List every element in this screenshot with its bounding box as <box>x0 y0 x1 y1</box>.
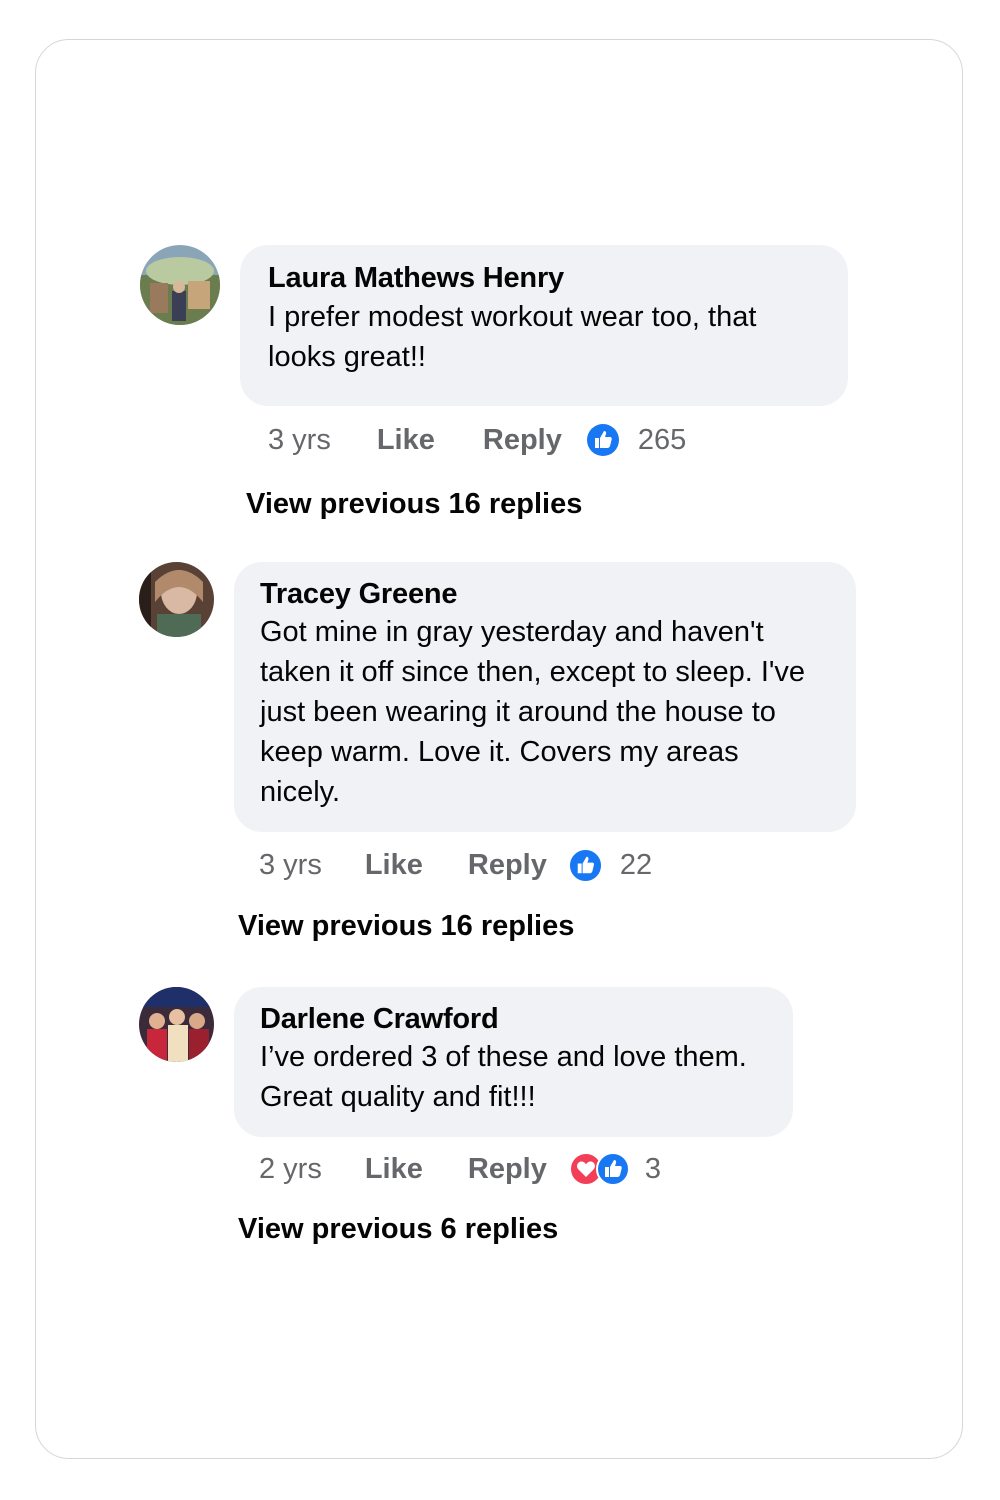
comment-text: keep warm. Love it. Covers my areas <box>260 736 739 768</box>
reply-button[interactable]: Reply <box>468 1153 547 1186</box>
view-previous-replies-link[interactable]: View previous 16 replies <box>238 910 574 943</box>
avatar[interactable] <box>140 245 220 325</box>
reaction-icons[interactable] <box>568 1152 631 1186</box>
comment-text: just been wearing it around the house to <box>260 696 776 728</box>
comment-author[interactable]: Darlene Crawford <box>260 1003 793 1036</box>
reaction-count[interactable]: 22 <box>620 849 652 882</box>
view-previous-replies-link[interactable]: View previous 6 replies <box>238 1213 558 1246</box>
comment-text: taken it off since then, except to sleep… <box>260 656 806 688</box>
avatar-photo <box>139 562 214 637</box>
like-button[interactable]: Like <box>365 849 423 882</box>
comment-timestamp[interactable]: 3 yrs <box>268 424 331 457</box>
comment-text: Great quality and fit!!! <box>260 1081 536 1113</box>
like-icon[interactable] <box>586 423 620 457</box>
comment-bubble: Tracey Greene Got mine in gray yesterday… <box>234 562 856 832</box>
view-previous-replies-link[interactable]: View previous 16 replies <box>246 488 582 521</box>
like-button[interactable]: Like <box>365 1153 423 1186</box>
comment-text: I’ve ordered 3 of these and love them. <box>260 1041 747 1073</box>
reaction-count[interactable]: 3 <box>645 1153 661 1186</box>
comment-bubble: Laura Mathews Henry I prefer modest work… <box>240 245 848 406</box>
avatar[interactable] <box>139 987 214 1062</box>
comment-timestamp[interactable]: 3 yrs <box>259 849 322 882</box>
comment-text: looks great!! <box>268 341 426 373</box>
reaction-count[interactable]: 265 <box>638 424 686 457</box>
like-icon <box>595 1152 630 1186</box>
avatar[interactable] <box>139 562 214 637</box>
like-icon[interactable] <box>569 849 602 882</box>
like-button[interactable]: Like <box>377 424 435 457</box>
comment-bubble: Darlene Crawford I’ve ordered 3 of these… <box>234 987 793 1137</box>
comment-text: I prefer modest workout wear too, that <box>268 301 757 333</box>
comment-text: Got mine in gray yesterday and haven't <box>260 616 764 648</box>
comment-author[interactable]: Tracey Greene <box>260 578 856 611</box>
comment-timestamp[interactable]: 2 yrs <box>259 1153 322 1186</box>
comment-author[interactable]: Laura Mathews Henry <box>268 262 848 295</box>
comment-actions: 3 yrs Like Reply 265 <box>268 420 686 460</box>
avatar-photo <box>140 245 220 325</box>
comment-actions: 2 yrs Like Reply 3 <box>259 1149 661 1189</box>
comment-actions: 3 yrs Like Reply 22 <box>259 845 652 885</box>
reply-button[interactable]: Reply <box>468 849 547 882</box>
comment-text: nicely. <box>260 776 341 808</box>
avatar-photo <box>139 987 214 1062</box>
reply-button[interactable]: Reply <box>483 424 562 457</box>
